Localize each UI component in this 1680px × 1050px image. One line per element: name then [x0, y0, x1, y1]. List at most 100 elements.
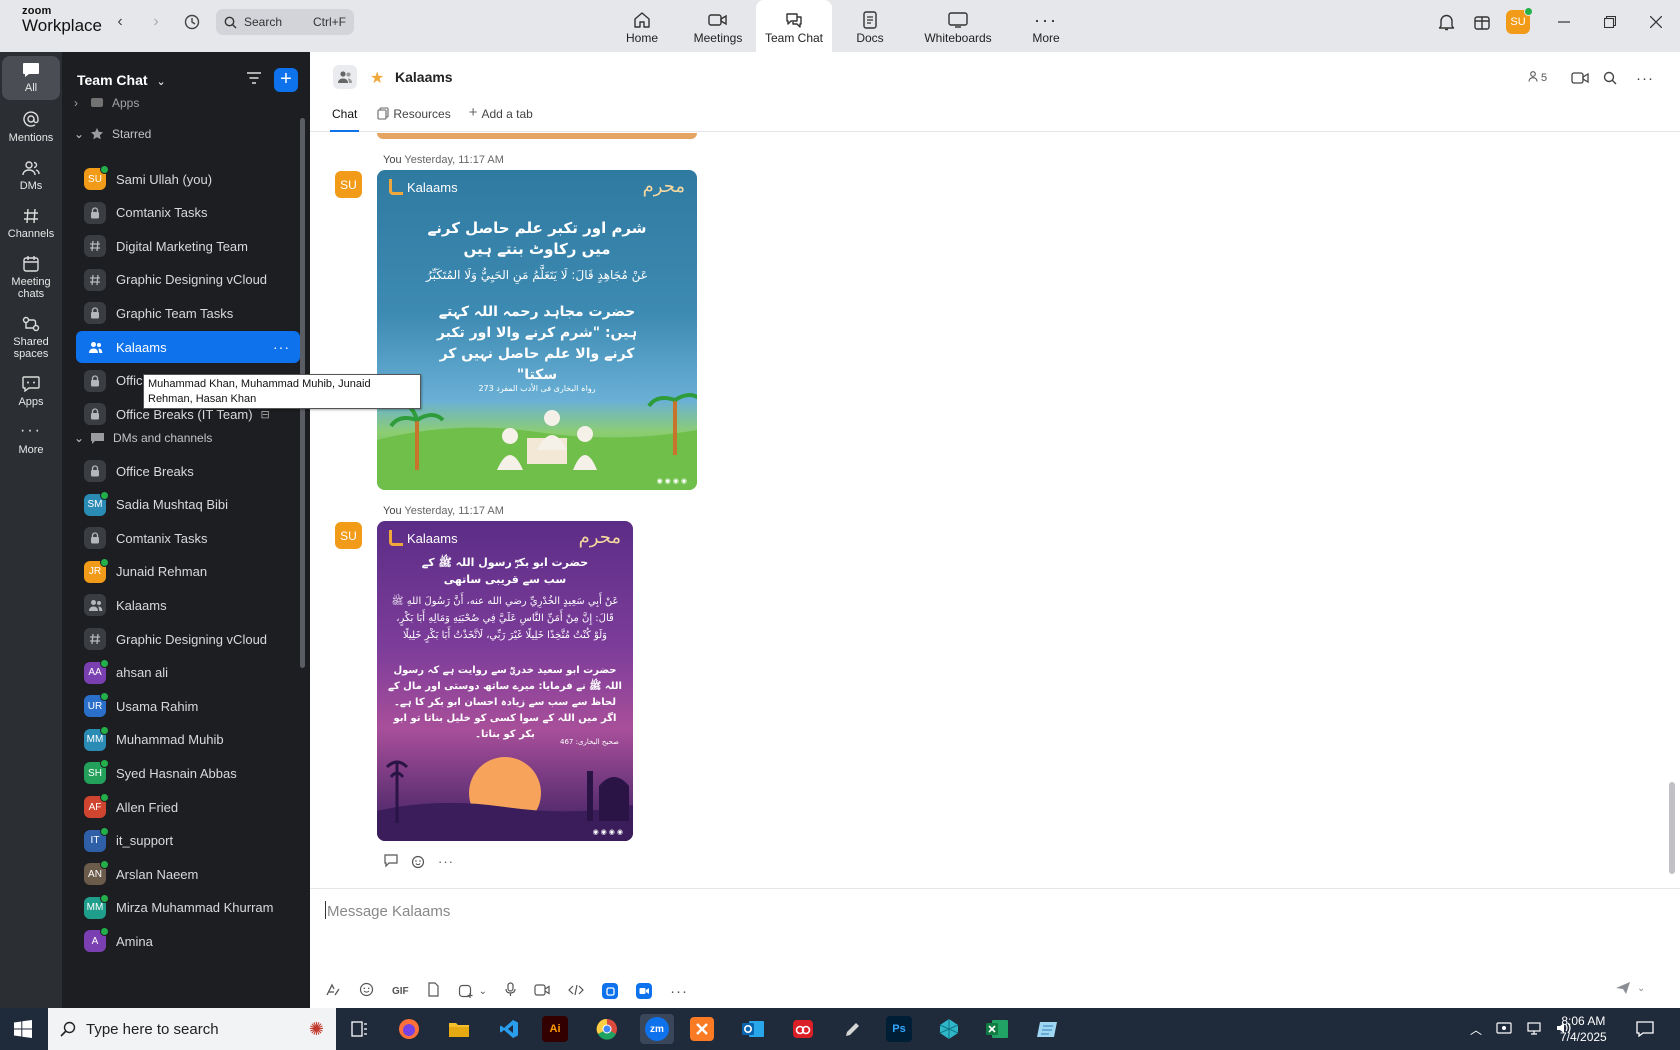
chevron-up-icon[interactable]: ︿ [1470, 1021, 1482, 1038]
message-list[interactable]: You Yesterday, 11:17 AM SU Kalaams محرم … [310, 133, 1680, 881]
meet-now-icon[interactable] [1496, 1021, 1512, 1038]
tab-home[interactable]: Home [604, 0, 680, 52]
tab-team-chat[interactable]: Team Chat [756, 0, 832, 52]
microphone-icon[interactable] [505, 982, 516, 1000]
tab-docs[interactable]: Docs [832, 0, 908, 52]
image-post-1[interactable]: Kalaams محرم شرم اور تکبر علم حاصل کرنے … [377, 170, 697, 490]
video-call-icon[interactable] [1570, 68, 1590, 88]
send-button[interactable]: ⌄ [1615, 981, 1645, 995]
reply-icon[interactable] [383, 854, 399, 872]
image-post-2[interactable]: Kalaams محرم حضرت ابو بکرؓ رسول اللہ ﷺ ک… [377, 521, 633, 841]
illustrator-icon[interactable]: Ai [542, 1016, 568, 1042]
restore-icon[interactable] [1598, 10, 1622, 34]
notifications-bell-icon[interactable] [1434, 10, 1458, 34]
rail-more[interactable]: ··· More [2, 418, 60, 462]
taskbar-clock[interactable]: 8:06 AM 7/4/2025 [1560, 1013, 1607, 1045]
tab-resources[interactable]: Resources [377, 107, 451, 132]
notifications-icon[interactable] [1636, 1008, 1654, 1050]
sidebar-item-muhammad-muhib[interactable]: MM Muhammad Muhib [76, 724, 300, 756]
rail-channels[interactable]: Channels [2, 202, 60, 246]
sidebar-item-amina[interactable]: A Amina [76, 925, 300, 957]
sidebar-title-dropdown[interactable]: Team Chat ⌄ [77, 72, 166, 88]
rail-meeting-chats[interactable]: Meeting chats [2, 250, 60, 306]
vscode-icon[interactable] [494, 1014, 524, 1044]
sidebar-item-arslan-naeem[interactable]: AN Arslan Naeem [76, 858, 300, 890]
file-explorer-icon[interactable] [444, 1014, 474, 1044]
code-snippet-icon[interactable] [568, 984, 584, 999]
sender-name[interactable]: You [383, 505, 402, 517]
forward-icon[interactable]: › [144, 10, 168, 34]
new-chat-button[interactable]: + [274, 68, 298, 92]
search-icon[interactable] [1600, 68, 1620, 88]
sender-avatar[interactable]: SU [335, 171, 362, 198]
sidebar-item-ahsan-ali[interactable]: AA ahsan ali [76, 657, 300, 689]
sender-avatar[interactable]: SU [335, 522, 362, 549]
sidebar-item-graphic-team-tasks[interactable]: Graphic Team Tasks [76, 297, 300, 329]
tab-meetings[interactable]: Meetings [680, 0, 756, 52]
previous-image-bottom-edge[interactable] [377, 133, 697, 139]
sender-name[interactable]: You [383, 154, 402, 166]
minimize-icon[interactable] [1552, 10, 1576, 34]
rail-apps[interactable]: Apps [2, 370, 60, 414]
firefox-icon[interactable] [394, 1014, 424, 1044]
composer-placeholder[interactable]: Message Kalaams [327, 903, 450, 920]
sidebar-item-junaid-rehman[interactable]: JR Junaid Rehman [76, 556, 300, 588]
taskbar-search[interactable]: Type here to search ✺ [48, 1008, 336, 1050]
windows-start-icon[interactable] [14, 1020, 32, 1041]
more-options-icon[interactable]: ··· [273, 339, 290, 355]
section-starred[interactable]: ⌄ Starred [74, 123, 151, 145]
sidebar-item-it-support[interactable]: IT it_support [76, 825, 300, 857]
rail-shared-spaces[interactable]: Shared spaces [2, 310, 60, 366]
rail-mentions[interactable]: Mentions [2, 104, 60, 150]
sidebar-item-kalaams[interactable]: Kalaams [76, 589, 300, 621]
sidebar-item-mirza-muhammad-khurram[interactable]: MM Mirza Muhammad Khurram [76, 892, 300, 924]
app-icon[interactable] [934, 1014, 964, 1044]
task-view-icon[interactable] [345, 1014, 375, 1044]
photoshop-icon[interactable]: Ps [886, 1016, 912, 1042]
sidebar-item-comtanix-tasks[interactable]: Comtanix Tasks [76, 522, 300, 554]
chevron-down-icon[interactable]: ⌄ [479, 986, 487, 997]
filter-icon[interactable] [246, 71, 262, 88]
sidebar-item-graphic-designing-vcloud[interactable]: Graphic Designing vCloud [76, 264, 300, 296]
back-icon[interactable]: ‹ [108, 10, 132, 34]
app-integration-icon[interactable] [602, 983, 619, 999]
outlook-icon[interactable] [738, 1014, 768, 1044]
more-actions-icon[interactable]: ··· [438, 854, 454, 872]
sidebar-item-syed-hasnain-abbas[interactable]: SH Syed Hasnain Abbas [76, 757, 300, 789]
tab-add-a-tab[interactable]: + Add a tab [469, 105, 533, 132]
sidebar-item-digital-marketing-team[interactable]: Digital Marketing Team [76, 230, 300, 262]
rail-all[interactable]: All [2, 56, 60, 100]
chrome-icon[interactable] [592, 1014, 622, 1044]
chevron-down-icon[interactable]: ⌄ [1637, 983, 1645, 994]
history-icon[interactable] [180, 10, 204, 34]
zoom-icon[interactable]: zm [640, 1014, 674, 1044]
format-text-icon[interactable] [325, 983, 341, 1000]
section-apps-partial[interactable]: › Apps [74, 92, 139, 114]
excel-icon[interactable] [982, 1014, 1012, 1044]
gif-icon[interactable]: GIF [392, 986, 409, 997]
add-reaction-icon[interactable] [411, 854, 426, 872]
user-avatar[interactable]: SU [1506, 7, 1533, 34]
sidebar-item-office-breaks[interactable]: Office Breaks [76, 455, 300, 487]
emoji-icon[interactable] [359, 982, 374, 1000]
star-icon[interactable]: ★ [370, 68, 384, 88]
pen-tool-icon[interactable] [838, 1014, 868, 1044]
chat-scrollbar[interactable] [1669, 782, 1675, 874]
sidebar-item-comtanix-tasks[interactable]: Comtanix Tasks [76, 197, 300, 229]
more-tools-icon[interactable]: ··· [670, 983, 688, 1000]
sidebar-item-allen-fried[interactable]: AF Allen Fried [76, 791, 300, 823]
sidebar-item-graphic-designing-vcloud[interactable]: Graphic Designing vCloud [76, 623, 300, 655]
zoom-app-icon[interactable] [636, 983, 653, 999]
network-icon[interactable] [1526, 1021, 1542, 1038]
tab-chat[interactable]: Chat [330, 107, 360, 132]
section-dms-and-channels[interactable]: ⌄ DMs and channels [74, 427, 212, 449]
chat-title[interactable]: Kalaams [395, 69, 453, 85]
sidebar-item-sami-ullah-you[interactable]: SU Sami Ullah (you) [76, 163, 300, 195]
tab-whiteboards[interactable]: Whiteboards [908, 0, 1008, 52]
screenshot-icon[interactable]: ⌄ [458, 984, 487, 999]
rail-dms[interactable]: DMs [2, 154, 60, 198]
message-composer[interactable]: Message Kalaams GIF ⌄ ··· ⌄ [310, 888, 1680, 1008]
tab-more[interactable]: ··· More [1008, 0, 1084, 52]
member-count-button[interactable]: 5 [1528, 71, 1547, 85]
calendar-gift-icon[interactable] [1470, 10, 1494, 34]
